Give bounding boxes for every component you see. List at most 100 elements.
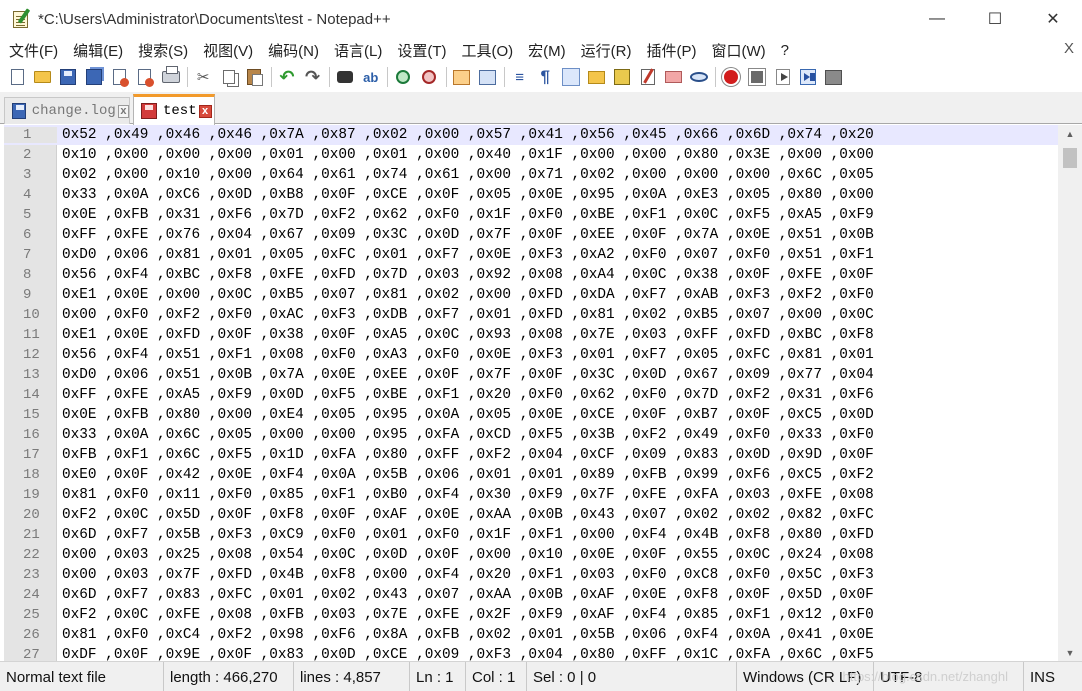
text-line[interactable]: 12 0x56 ,0xF4 ,0x51 ,0xF1 ,0x08 ,0xF0 ,0x… [4, 345, 1058, 365]
line-text[interactable]: 0x02 ,0x00 ,0x10 ,0x00 ,0x64 ,0x61 ,0x74… [57, 167, 874, 183]
line-text[interactable]: 0x0E ,0xFB ,0x80 ,0x00 ,0xE4 ,0x05 ,0x95… [57, 407, 874, 423]
line-text[interactable]: 0x81 ,0xF0 ,0xC4 ,0xF2 ,0x98 ,0xF6 ,0x8A… [57, 627, 874, 643]
line-text[interactable]: 0x10 ,0x00 ,0x00 ,0x00 ,0x01 ,0x00 ,0x01… [57, 147, 874, 163]
line-text[interactable]: 0x81 ,0xF0 ,0x11 ,0xF0 ,0x85 ,0xF1 ,0xB0… [57, 487, 874, 503]
line-text[interactable]: 0x00 ,0xF0 ,0xF2 ,0xF0 ,0xAC ,0xF3 ,0xDB… [57, 307, 874, 323]
text-line[interactable]: 26 0x81 ,0xF0 ,0xC4 ,0xF2 ,0x98 ,0xF6 ,0x… [4, 625, 1058, 645]
menu-edit[interactable]: 编辑(E) [73, 40, 123, 61]
text-line[interactable]: 11 0xE1 ,0x0E ,0xFD ,0x0F ,0x38 ,0x0F ,0x… [4, 325, 1058, 345]
text-line[interactable]: 6 0xFF ,0xFE ,0x76 ,0x04 ,0x67 ,0x09 ,0x3… [4, 225, 1058, 245]
menu-encoding[interactable]: 编码(N) [268, 40, 319, 61]
close-window-button[interactable]: ✕ [1024, 0, 1082, 38]
text-lines[interactable]: 1 0x52 ,0x49 ,0x46 ,0x46 ,0x7A ,0x87 ,0x0… [4, 125, 1058, 661]
text-line[interactable]: 13 0xD0 ,0x06 ,0x51 ,0x0B ,0x7A ,0x0E ,0x… [4, 365, 1058, 385]
menu-window[interactable]: 窗口(W) [711, 40, 765, 61]
function-list-icon[interactable] [638, 67, 658, 87]
line-text[interactable]: 0x00 ,0x03 ,0x25 ,0x08 ,0x54 ,0x0C ,0x0D… [57, 547, 874, 563]
sync-vertical-icon[interactable] [452, 67, 472, 87]
menu-help[interactable]: ? [781, 42, 789, 59]
undo-icon[interactable]: ↶ [277, 67, 297, 87]
sync-horizontal-icon[interactable] [477, 67, 497, 87]
text-line[interactable]: 8 0x56 ,0xF4 ,0xBC ,0xF8 ,0xFE ,0xFD ,0x7… [4, 265, 1058, 285]
zoom-out-icon[interactable] [419, 67, 439, 87]
notepad-plus-plus-app-icon[interactable] [11, 8, 33, 30]
zoom-in-icon[interactable] [393, 67, 413, 87]
line-text[interactable]: 0x56 ,0xF4 ,0x51 ,0xF1 ,0x08 ,0xF0 ,0xA3… [57, 347, 874, 363]
fold-icon[interactable] [586, 67, 606, 87]
line-text[interactable]: 0x0E ,0xFB ,0x31 ,0xF6 ,0x7D ,0xF2 ,0x62… [57, 207, 874, 223]
close-file-icon[interactable] [109, 67, 129, 87]
indent-guide-icon[interactable] [561, 67, 581, 87]
text-line[interactable]: 2 0x10 ,0x00 ,0x00 ,0x00 ,0x01 ,0x00 ,0x0… [4, 145, 1058, 165]
close-document-button[interactable]: X [1064, 40, 1074, 57]
menu-file[interactable]: 文件(F) [9, 40, 58, 61]
text-line[interactable]: 18 0xE0 ,0x0F ,0x42 ,0x0E ,0xF4 ,0x0A ,0x… [4, 465, 1058, 485]
text-line[interactable]: 7 0xD0 ,0x06 ,0x81 ,0x01 ,0x05 ,0xFC ,0x0… [4, 245, 1058, 265]
open-file-icon[interactable] [33, 67, 53, 87]
line-text[interactable]: 0x6D ,0xF7 ,0x5B ,0xF3 ,0xC9 ,0xF0 ,0x01… [57, 527, 874, 543]
menu-run[interactable]: 运行(R) [581, 40, 632, 61]
tab-test[interactable]: test x [133, 94, 215, 125]
line-text[interactable]: 0xFB ,0xF1 ,0x6C ,0xF5 ,0x1D ,0xFA ,0x80… [57, 447, 874, 463]
text-line[interactable]: 24 0x6D ,0xF7 ,0x83 ,0xFC ,0x01 ,0x02 ,0x… [4, 585, 1058, 605]
text-line[interactable]: 5 0x0E ,0xFB ,0x31 ,0xF6 ,0x7D ,0xF2 ,0x6… [4, 205, 1058, 225]
text-line[interactable]: 21 0x6D ,0xF7 ,0x5B ,0xF3 ,0xC9 ,0xF0 ,0x… [4, 525, 1058, 545]
line-text[interactable]: 0xE1 ,0x0E ,0x00 ,0x0C ,0xB5 ,0x07 ,0x81… [57, 287, 874, 303]
new-file-icon[interactable] [7, 67, 27, 87]
minimize-button[interactable]: — [908, 0, 966, 38]
scroll-up-button[interactable]: ▲ [1058, 125, 1082, 142]
paste-icon[interactable] [244, 67, 264, 87]
line-text[interactable]: 0x33 ,0x0A ,0x6C ,0x05 ,0x00 ,0x00 ,0x95… [57, 427, 874, 443]
redo-icon[interactable]: ↷ [303, 67, 323, 87]
text-line[interactable]: 10 0x00 ,0xF0 ,0xF2 ,0xF0 ,0xAC ,0xF3 ,0x… [4, 305, 1058, 325]
save-icon[interactable] [58, 67, 78, 87]
line-text[interactable]: 0xD0 ,0x06 ,0x51 ,0x0B ,0x7A ,0x0E ,0xEE… [57, 367, 874, 383]
text-line[interactable]: 22 0x00 ,0x03 ,0x25 ,0x08 ,0x54 ,0x0C ,0x… [4, 545, 1058, 565]
play-macro-icon[interactable] [773, 67, 793, 87]
menu-view[interactable]: 视图(V) [203, 40, 253, 61]
menu-tools[interactable]: 工具(O) [461, 40, 513, 61]
menu-plugins[interactable]: 插件(P) [646, 40, 696, 61]
tab-close-icon[interactable]: x [117, 104, 129, 118]
line-text[interactable]: 0x52 ,0x49 ,0x46 ,0x46 ,0x7A ,0x87 ,0x02… [57, 127, 874, 143]
line-text[interactable]: 0x56 ,0xF4 ,0xBC ,0xF8 ,0xFE ,0xFD ,0x7D… [57, 267, 874, 283]
stop-record-icon[interactable] [747, 67, 767, 87]
show-all-chars-icon[interactable]: ¶ [535, 67, 555, 87]
line-text[interactable]: 0xF2 ,0x0C ,0x5D ,0x0F ,0xF8 ,0x0F ,0xAF… [57, 507, 874, 523]
line-text[interactable]: 0xFF ,0xFE ,0xA5 ,0xF9 ,0x0D ,0xF5 ,0xBE… [57, 387, 874, 403]
save-macro-icon[interactable] [824, 67, 844, 87]
monitoring-icon[interactable] [689, 67, 709, 87]
editor-area[interactable]: 1 0x52 ,0x49 ,0x46 ,0x46 ,0x7A ,0x87 ,0x0… [0, 125, 1082, 661]
text-line[interactable]: 20 0xF2 ,0x0C ,0x5D ,0x0F ,0xF8 ,0x0F ,0x… [4, 505, 1058, 525]
copy-icon[interactable] [219, 67, 239, 87]
text-line[interactable]: 19 0x81 ,0xF0 ,0x11 ,0xF0 ,0x85 ,0xF1 ,0x… [4, 485, 1058, 505]
text-line[interactable]: 15 0x0E ,0xFB ,0x80 ,0x00 ,0xE4 ,0x05 ,0x… [4, 405, 1058, 425]
line-text[interactable]: 0xE1 ,0x0E ,0xFD ,0x0F ,0x38 ,0x0F ,0xA5… [57, 327, 874, 343]
text-line[interactable]: 14 0xFF ,0xFE ,0xA5 ,0xF9 ,0x0D ,0xF5 ,0x… [4, 385, 1058, 405]
save-all-icon[interactable] [84, 67, 104, 87]
replace-icon[interactable]: ab [361, 67, 381, 87]
menu-search[interactable]: 搜索(S) [138, 40, 188, 61]
record-macro-icon[interactable] [721, 67, 741, 87]
document-map-icon[interactable] [612, 67, 632, 87]
scroll-down-button[interactable]: ▼ [1058, 644, 1082, 661]
vertical-scrollbar[interactable]: ▲ ▼ [1058, 125, 1082, 661]
text-line[interactable]: 25 0xF2 ,0x0C ,0xFE ,0x08 ,0xFB ,0x03 ,0x… [4, 605, 1058, 625]
tab-close-icon[interactable]: x [198, 104, 212, 118]
text-line[interactable]: 3 0x02 ,0x00 ,0x10 ,0x00 ,0x64 ,0x61 ,0x7… [4, 165, 1058, 185]
menu-macro[interactable]: 宏(M) [528, 40, 566, 61]
line-text[interactable]: 0xF2 ,0x0C ,0xFE ,0x08 ,0xFB ,0x03 ,0x7E… [57, 607, 874, 623]
line-text[interactable]: 0xDF ,0x0F ,0x9E ,0x0F ,0x83 ,0x0D ,0xCE… [57, 647, 874, 661]
text-line[interactable]: 27 0xDF ,0x0F ,0x9E ,0x0F ,0x83 ,0x0D ,0x… [4, 645, 1058, 661]
folder-workspace-icon[interactable] [663, 67, 683, 87]
text-line[interactable]: 9 0xE1 ,0x0E ,0x00 ,0x0C ,0xB5 ,0x07 ,0x8… [4, 285, 1058, 305]
menu-settings[interactable]: 设置(T) [397, 40, 446, 61]
line-text[interactable]: 0xE0 ,0x0F ,0x42 ,0x0E ,0xF4 ,0x0A ,0x5B… [57, 467, 874, 483]
line-text[interactable]: 0xD0 ,0x06 ,0x81 ,0x01 ,0x05 ,0xFC ,0x01… [57, 247, 874, 263]
cut-icon[interactable]: ✂ [193, 67, 213, 87]
find-icon[interactable] [335, 67, 355, 87]
tab-change-log[interactable]: change.log x [4, 97, 130, 124]
run-macro-multiple-icon[interactable] [798, 67, 818, 87]
print-icon[interactable] [161, 66, 181, 87]
current-line[interactable]: 1 0x52 ,0x49 ,0x46 ,0x46 ,0x7A ,0x87 ,0x0… [4, 125, 1058, 145]
